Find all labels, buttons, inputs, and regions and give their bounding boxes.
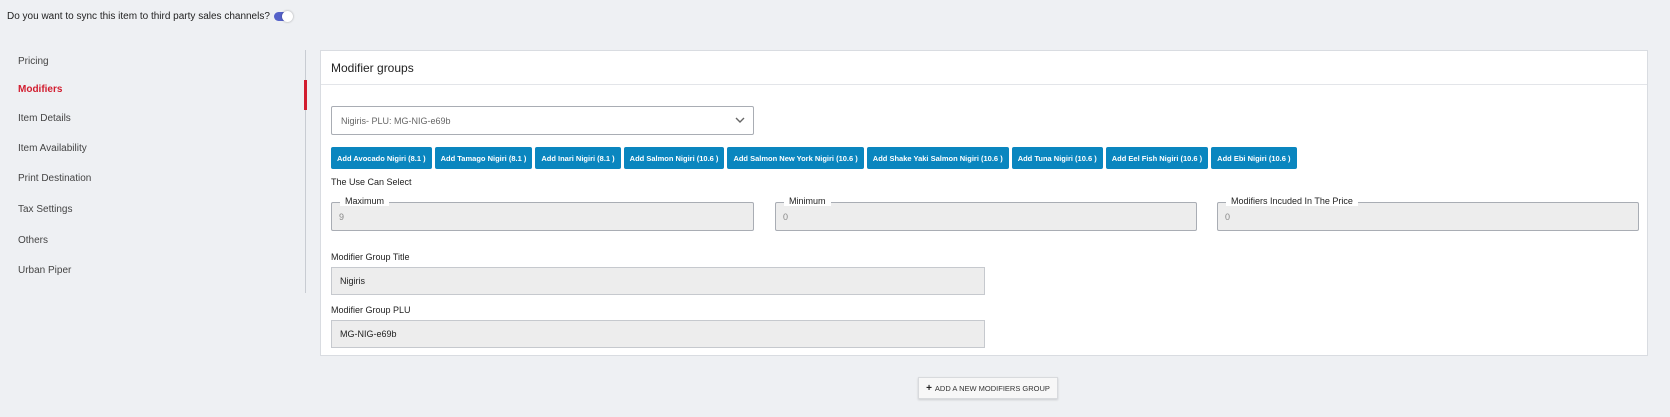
add-new-modifiers-group-button[interactable]: + ADD A NEW MODIFIERS GROUP	[918, 377, 1058, 399]
sync-question: Do you want to sync this item to third p…	[7, 11, 270, 22]
group-title-value: Nigiris	[340, 276, 366, 286]
sidebar-item-pricing[interactable]: Pricing	[18, 56, 49, 67]
chevron-down-icon	[735, 117, 745, 123]
add-avocado-nigiri-button[interactable]: Add Avocado Nigiri (8.1 )	[331, 147, 432, 169]
modifiers-included-label: Modifiers Incuded In The Price	[1226, 196, 1358, 206]
sidebar-item-tax-settings[interactable]: Tax Settings	[18, 204, 72, 215]
minimum-field[interactable]: Minimum 0	[775, 196, 1197, 231]
sidebar-active-indicator	[304, 80, 307, 110]
minimum-label: Minimum	[784, 196, 831, 206]
add-shake-yaki-salmon-nigiri-button[interactable]: Add Shake Yaki Salmon Nigiri (10.6 )	[866, 147, 1009, 169]
add-tuna-nigiri-button[interactable]: Add Tuna Nigiri (10.6 )	[1011, 147, 1103, 169]
sidebar-nav: Pricing Modifiers Item Details Item Avai…	[0, 50, 307, 293]
sidebar-item-item-details[interactable]: Item Details	[18, 113, 71, 124]
sidebar-item-modifiers[interactable]: Modifiers	[18, 84, 62, 95]
group-plu-input[interactable]: MG-NIG-e69b	[331, 320, 985, 348]
modifier-buttons-row: Add Avocado Nigiri (8.1 ) Add Tamago Nig…	[331, 147, 1297, 169]
sidebar-item-urban-piper[interactable]: Urban Piper	[18, 265, 71, 276]
add-new-modifiers-group-label: ADD A NEW MODIFIERS GROUP	[934, 383, 1050, 393]
group-title-input[interactable]: Nigiris	[331, 267, 985, 295]
sync-toggle[interactable]	[273, 11, 293, 22]
toggle-knob	[281, 11, 293, 22]
modifiers-included-field[interactable]: Modifiers Incuded In The Price 0	[1217, 196, 1639, 231]
modifiers-included-value: 0	[1225, 212, 1231, 222]
plus-icon: +	[926, 382, 932, 394]
sidebar-item-others[interactable]: Others	[18, 235, 48, 246]
add-ebi-nigiri-button[interactable]: Add Ebi Nigiri (10.6 )	[1211, 147, 1297, 169]
maximum-field[interactable]: Maximum 9	[331, 196, 754, 231]
sync-row: Do you want to sync this item to third p…	[7, 11, 293, 22]
add-salmon-nigiri-button[interactable]: Add Salmon Nigiri (10.6 )	[623, 147, 725, 169]
modifier-groups-card: Modifier groups Nigiris- PLU: MG-NIG-e69…	[320, 50, 1648, 356]
add-salmon-new-york-nigiri-button[interactable]: Add Salmon New York Nigiri (10.6 )	[727, 147, 864, 169]
group-plu-label: Modifier Group PLU	[331, 305, 411, 315]
modifier-group-select[interactable]: Nigiris- PLU: MG-NIG-e69b	[331, 106, 754, 135]
group-plu-value: MG-NIG-e69b	[340, 329, 397, 339]
sidebar-item-print-destination[interactable]: Print Destination	[18, 173, 91, 184]
add-inari-nigiri-button[interactable]: Add Inari Nigiri (8.1 )	[535, 147, 621, 169]
user-can-select-label: The Use Can Select	[331, 177, 412, 187]
maximum-value: 9	[339, 212, 345, 222]
group-title-label: Modifier Group Title	[331, 252, 410, 262]
add-tamago-nigiri-button[interactable]: Add Tamago Nigiri (8.1 )	[434, 147, 533, 169]
card-header: Modifier groups	[321, 51, 1647, 85]
card-title: Modifier groups	[331, 60, 414, 75]
modifier-group-select-value: Nigiris- PLU: MG-NIG-e69b	[341, 115, 451, 126]
maximum-label: Maximum	[340, 196, 390, 206]
sidebar-item-item-availability[interactable]: Item Availability	[18, 143, 87, 154]
minimum-value: 0	[783, 212, 789, 222]
add-eel-fish-nigiri-button[interactable]: Add Eel Fish Nigiri (10.6 )	[1105, 147, 1209, 169]
